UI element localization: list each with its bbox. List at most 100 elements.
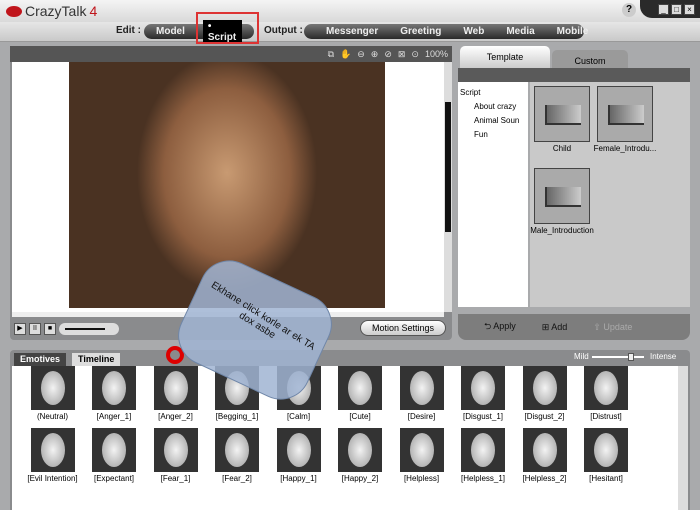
- emotive-item[interactable]: [Helpless_2]: [514, 428, 575, 483]
- help-button[interactable]: ?: [622, 3, 636, 17]
- mobile-button[interactable]: Mobile: [557, 26, 589, 37]
- apply-button[interactable]: ⮌ Apply: [484, 319, 516, 335]
- output-group: Messenger Greeting Web Media Mobile: [304, 24, 588, 39]
- emotive-label: [Anger_2]: [158, 412, 193, 421]
- face-thumbnail: [153, 366, 198, 410]
- emotive-item[interactable]: [Helpless_1]: [453, 428, 514, 483]
- fit-icon[interactable]: ⧉: [328, 49, 334, 60]
- emotive-item[interactable]: [Anger_2]: [145, 366, 206, 421]
- tree-item-fun[interactable]: Fun: [460, 128, 526, 142]
- intensity-slider[interactable]: [592, 353, 644, 361]
- close-button[interactable]: ×: [684, 4, 695, 15]
- template-child[interactable]: [534, 86, 590, 142]
- window-controls: _ □ ×: [640, 0, 700, 18]
- emotive-item[interactable]: (Neutral): [22, 366, 83, 421]
- tab-timeline[interactable]: Timeline: [72, 353, 121, 366]
- template-toolbar: [458, 68, 690, 82]
- emotive-label: [Anger_1]: [96, 412, 132, 421]
- template-actions: ⮌ Apply ⊞ Add ⇧ Update: [458, 314, 690, 340]
- face-thumbnail: [338, 428, 382, 472]
- emotive-label: [Helpless_1]: [460, 474, 506, 483]
- tree-item-animal[interactable]: Animal Soun: [460, 114, 526, 128]
- face-thumbnail: [338, 366, 382, 410]
- lips-icon: [6, 5, 22, 17]
- emotive-item[interactable]: [Distrust]: [576, 366, 637, 421]
- add-button[interactable]: ⊞ Add: [542, 322, 568, 333]
- face-thumbnail: [30, 428, 75, 472]
- maximize-button[interactable]: □: [671, 4, 682, 15]
- emotive-item[interactable]: [Disgust_1]: [453, 366, 514, 421]
- emotive-label: [Disgust_1]: [462, 412, 504, 421]
- tree-item-about[interactable]: About crazy: [460, 100, 526, 114]
- motion-settings-button[interactable]: Motion Settings: [360, 320, 446, 336]
- zoom-in-icon[interactable]: ⊕: [371, 49, 379, 60]
- mild-label: Mild: [574, 352, 589, 361]
- zoom-level: 100%: [424, 49, 448, 59]
- emotive-label: [Fear_2]: [222, 474, 252, 483]
- pause-button[interactable]: II: [29, 323, 41, 335]
- tree-item-script[interactable]: Script: [460, 86, 526, 100]
- template-grid: Child Female_Introdu... Male_Introductio…: [530, 82, 690, 307]
- media-button[interactable]: Media: [506, 26, 534, 37]
- mode-bar: Edit : Model • Script Output : Messenger…: [0, 19, 700, 44]
- emotive-label: (Neutral): [36, 412, 69, 421]
- emotive-label: [Expectant]: [93, 474, 135, 483]
- face-thumbnail: [215, 428, 259, 472]
- stop-button[interactable]: ■: [44, 323, 56, 335]
- play-button[interactable]: ▶: [14, 323, 26, 335]
- emotive-label: [Fear_1]: [160, 474, 191, 483]
- model-button[interactable]: Model: [156, 26, 185, 37]
- face-thumbnail: [276, 428, 321, 472]
- emotive-item[interactable]: [Fear_1]: [145, 428, 206, 483]
- messenger-button[interactable]: Messenger: [326, 26, 378, 37]
- emotive-label: [Helpless]: [403, 474, 440, 483]
- pencil-icon: [545, 187, 581, 207]
- fullscreen-icon[interactable]: ⊠: [398, 49, 406, 60]
- slider-handle[interactable]: [628, 353, 634, 361]
- minimize-button[interactable]: _: [658, 4, 669, 15]
- emotive-item[interactable]: [Cute]: [330, 366, 391, 421]
- center-icon[interactable]: ⊙: [411, 49, 419, 60]
- emotive-item[interactable]: [Happy_1]: [268, 428, 329, 483]
- template-female[interactable]: [597, 86, 653, 142]
- emotive-item[interactable]: [Anger_1]: [84, 366, 145, 421]
- web-button[interactable]: Web: [463, 26, 484, 37]
- face-thumbnail: [461, 366, 505, 410]
- face-thumbnail: [92, 366, 136, 410]
- emotive-item[interactable]: [Happy_2]: [330, 428, 391, 483]
- emotive-label: [Calm]: [286, 412, 311, 421]
- emotive-grid: (Neutral) [Anger_1] [Anger_2] [Begging_1] [C…: [12, 366, 678, 510]
- face-thumbnail: [153, 428, 198, 472]
- face-thumbnail: [584, 366, 628, 410]
- emotive-item[interactable]: [Hesitant]: [576, 428, 637, 483]
- update-button[interactable]: ⇧ Update: [593, 322, 632, 333]
- app-logo: CrazyTalk 4: [6, 3, 97, 19]
- face-thumbnail: [30, 366, 75, 410]
- vertical-scrollbar[interactable]: [444, 62, 452, 312]
- emotive-label: [Begging_1]: [215, 412, 259, 421]
- emotive-label: [Happy_1]: [280, 474, 317, 483]
- tab-template[interactable]: Template: [460, 46, 550, 68]
- zoom-out-icon[interactable]: ⊖: [357, 49, 365, 60]
- volume-slider[interactable]: [59, 323, 119, 335]
- emotive-item[interactable]: [Desire]: [391, 366, 452, 421]
- template-label: Male_Introduction: [530, 226, 594, 235]
- script-tree: Script About crazy Animal Soun Fun: [458, 82, 528, 307]
- emotive-item[interactable]: [Fear_2]: [207, 428, 268, 483]
- emotive-item[interactable]: [Expectant]: [84, 428, 145, 483]
- emotive-label: [Cute]: [349, 412, 371, 421]
- emotive-item[interactable]: [Disgust_2]: [514, 366, 575, 421]
- emotive-label: [Distrust]: [590, 412, 622, 421]
- hand-icon[interactable]: ✋: [340, 49, 351, 60]
- tab-emotives[interactable]: Emotives: [14, 353, 67, 366]
- greeting-button[interactable]: Greeting: [400, 26, 441, 37]
- emotive-item[interactable]: [Helpless]: [391, 428, 452, 483]
- emotive-item[interactable]: [Evil Intention]: [22, 428, 83, 483]
- reset-icon[interactable]: ⊘: [384, 49, 392, 60]
- face-thumbnail: [522, 366, 567, 410]
- emotive-label: [Happy_2]: [341, 474, 379, 483]
- grid-scrollbar[interactable]: [678, 366, 688, 510]
- face-thumbnail: [92, 428, 136, 472]
- emotive-label: [Disgust_2]: [524, 412, 565, 421]
- template-male[interactable]: [534, 168, 590, 224]
